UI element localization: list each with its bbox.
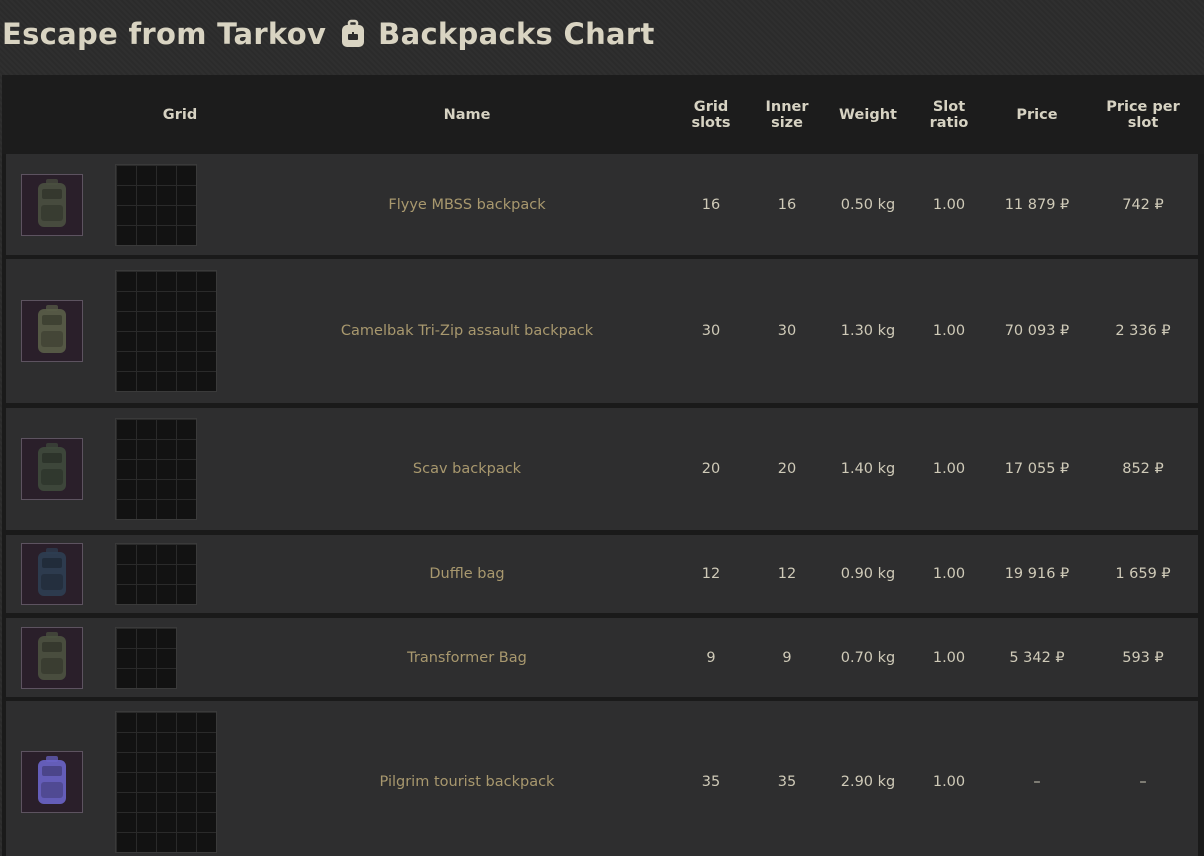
inner-size-value: 20 <box>777 461 797 477</box>
grid-slots-value: 12 <box>701 566 721 582</box>
duffle-bag-icon[interactable] <box>21 543 83 605</box>
header-grid-slots[interactable]: Grid slots <box>682 75 740 154</box>
weight-value: 0.90 kg <box>840 566 896 582</box>
price-value: 5 342 ₽ <box>1009 649 1065 666</box>
inventory-grid <box>115 164 197 246</box>
inventory-grid <box>115 543 197 605</box>
grid-slots-value: 9 <box>706 649 716 666</box>
grid-slots-value: 30 <box>701 323 721 339</box>
inner-size-value: 35 <box>777 774 797 790</box>
backpack-icon <box>338 19 368 49</box>
weight-value: 1.30 kg <box>840 323 896 339</box>
backpack-name[interactable]: Pilgrim tourist backpack <box>247 701 687 856</box>
pilgrim-tourist-backpack-icon[interactable] <box>21 751 83 813</box>
backpack-name[interactable]: Flyye MBSS backpack <box>247 154 687 255</box>
slot-ratio-value: 1.00 <box>932 774 966 790</box>
inventory-grid <box>115 270 217 392</box>
weight-value: 1.40 kg <box>840 461 896 477</box>
page-title-left: Escape from Tarkov <box>2 17 327 51</box>
inner-size-value: 30 <box>777 323 797 339</box>
header-price[interactable]: Price <box>992 75 1082 154</box>
header-slot-ratio[interactable]: Slot ratio <box>920 75 978 154</box>
slot-ratio-value: 1.00 <box>932 196 966 213</box>
price-value: 17 055 ₽ <box>1004 461 1070 477</box>
grid-slots-value: 35 <box>701 774 721 790</box>
scav-backpack-icon[interactable] <box>21 438 83 500</box>
slot-ratio-value: 1.00 <box>932 323 966 339</box>
price-value: 19 916 ₽ <box>1004 566 1070 582</box>
price-per-slot-value: 852 ₽ <box>1122 461 1164 477</box>
header-inner-size[interactable]: Inner size <box>758 75 816 154</box>
price-value: 70 093 ₽ <box>1004 323 1070 339</box>
flyye-mbss-backpack-icon[interactable] <box>21 174 83 236</box>
weight-value: 0.50 kg <box>840 196 896 213</box>
table-row[interactable]: Camelbak Tri-Zip assault backpack 30 30 1.3… <box>6 259 1198 403</box>
transformer-bag-icon[interactable] <box>21 627 83 689</box>
page-title-right: Backpacks Chart <box>378 17 655 51</box>
backpack-name[interactable]: Transformer Bag <box>247 618 687 697</box>
grid-slots-value: 16 <box>701 196 721 213</box>
inventory-grid <box>115 418 197 520</box>
price-per-slot-value: 742 ₽ <box>1122 196 1164 213</box>
header-price-per-slot[interactable]: Price per slot <box>1100 75 1186 154</box>
table-row[interactable]: Flyye MBSS backpack 16 16 0.50 kg 1.00 11 879… <box>6 154 1198 255</box>
slot-ratio-value: 1.00 <box>932 649 966 666</box>
inner-size-value: 9 <box>782 649 792 666</box>
price-per-slot-value: – <box>1139 774 1147 790</box>
grid-slots-value: 20 <box>701 461 721 477</box>
camelbak-tri-zip-backpack-icon[interactable] <box>21 300 83 362</box>
table-row[interactable]: Transformer Bag 9 9 0.70 kg 1.00 5 342 ₽ 593 ₽ <box>6 618 1198 697</box>
header-name[interactable]: Name <box>247 75 687 154</box>
price-per-slot-value: 593 ₽ <box>1122 649 1164 666</box>
backpacks-table: Grid Name Grid slots Inner size Weight S… <box>2 75 1204 856</box>
backpack-name[interactable]: Scav backpack <box>247 408 687 530</box>
slot-ratio-value: 1.00 <box>932 566 966 582</box>
table-header: Grid Name Grid slots Inner size Weight S… <box>2 75 1204 154</box>
slot-ratio-value: 1.00 <box>932 461 966 477</box>
table-row[interactable]: Scav backpack 20 20 1.40 kg 1.00 17 055 ₽ 852 … <box>6 408 1198 530</box>
weight-value: 2.90 kg <box>840 774 896 790</box>
backpack-name[interactable]: Camelbak Tri-Zip assault backpack <box>247 259 687 403</box>
price-value: 11 879 ₽ <box>1004 196 1070 213</box>
inner-size-value: 16 <box>777 196 797 213</box>
price-per-slot-value: 2 336 ₽ <box>1115 323 1171 339</box>
header-weight[interactable]: Weight <box>833 75 903 154</box>
inner-size-value: 12 <box>777 566 797 582</box>
table-row[interactable]: Duffle bag 12 12 0.90 kg 1.00 19 916 ₽ 1 659 ₽ <box>6 535 1198 613</box>
table-row[interactable]: Pilgrim tourist backpack 35 35 2.90 kg 1.00 –… <box>6 701 1198 856</box>
header-grid[interactable]: Grid <box>115 75 245 154</box>
page-title: Escape from Tarkov Backpacks Chart <box>2 14 655 54</box>
price-value: – <box>1033 774 1041 790</box>
weight-value: 0.70 kg <box>840 649 896 666</box>
backpack-name[interactable]: Duffle bag <box>247 535 687 613</box>
inventory-grid <box>115 711 217 853</box>
inventory-grid <box>115 627 177 689</box>
price-per-slot-value: 1 659 ₽ <box>1115 566 1171 582</box>
